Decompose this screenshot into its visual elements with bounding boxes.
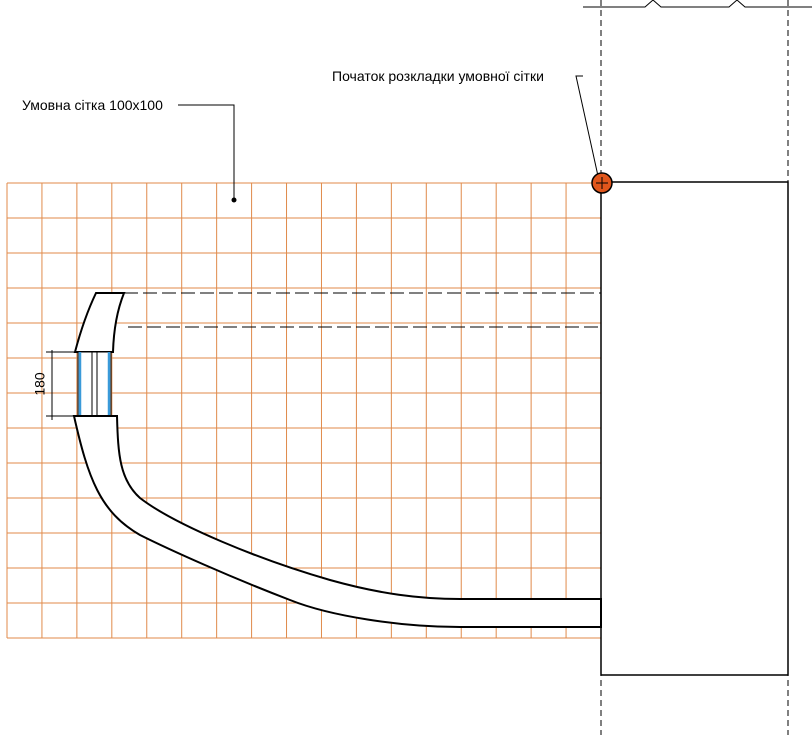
grid-leader-line — [178, 104, 235, 200]
lower-curved-element — [72, 415, 602, 628]
grid-label-leader — [178, 104, 237, 203]
dimension-value-label: 180 — [31, 372, 48, 396]
dimension-180 — [46, 350, 76, 420]
column-section — [583, 0, 812, 735]
column-body — [600, 181, 789, 676]
origin-leader-line — [575, 75, 599, 177]
glass-insert-frame — [77, 351, 112, 417]
glass-insert — [77, 351, 112, 417]
origin-label-leader — [575, 75, 599, 177]
grid-leader-dot — [231, 197, 237, 203]
grid-label: Умовна сітка 100x100 — [22, 97, 163, 113]
grid-origin-label: Початок розкладки умовної сітки — [332, 68, 544, 84]
projection-lines — [124, 292, 601, 328]
origin-marker — [591, 172, 613, 194]
break-line — [583, 0, 812, 8]
